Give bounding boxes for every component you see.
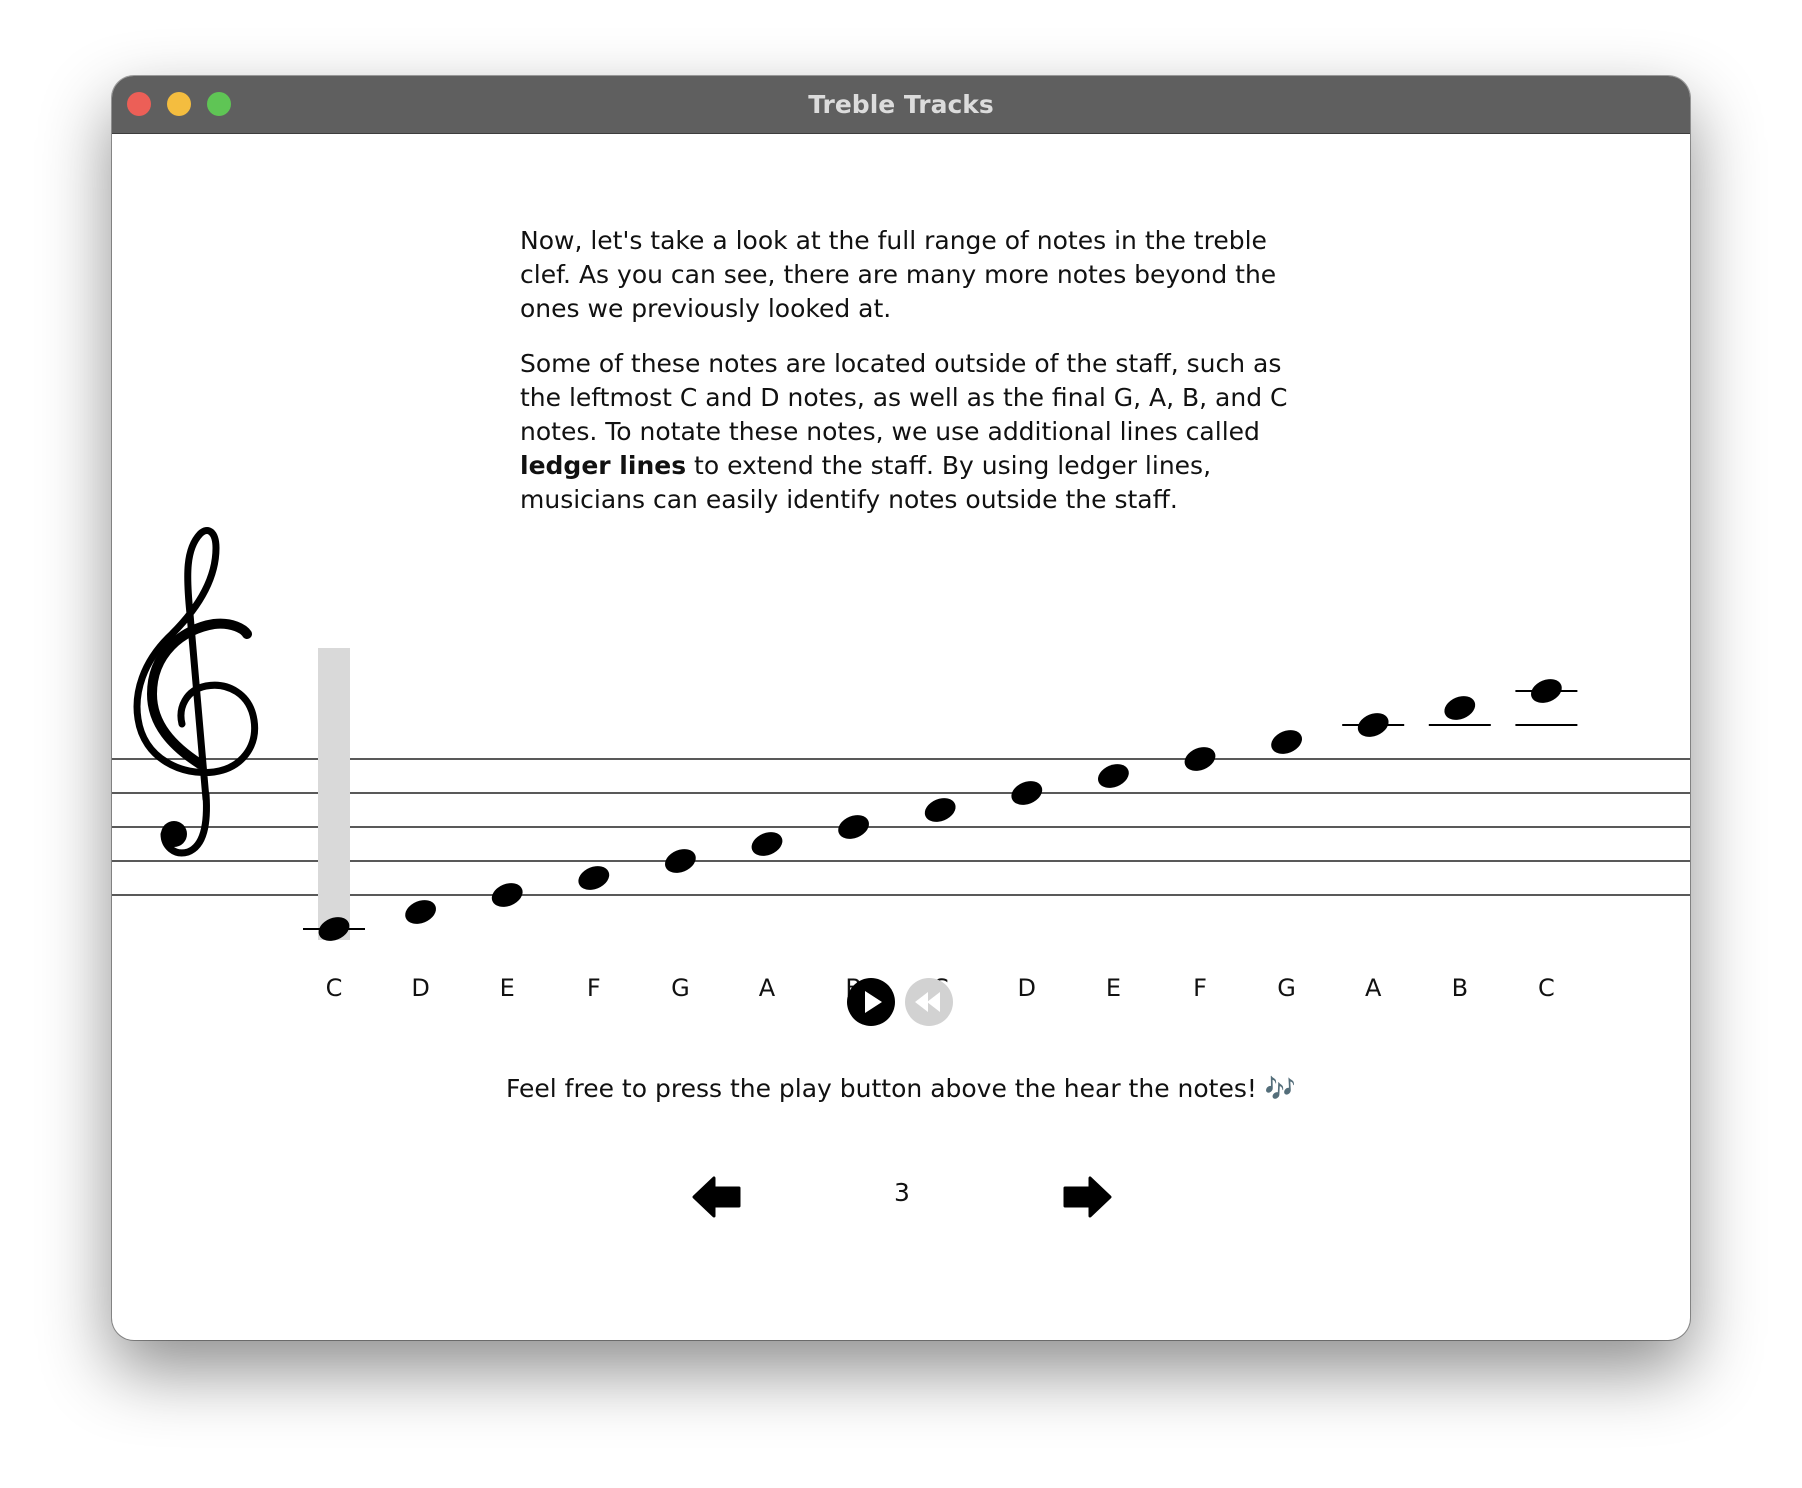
note-head[interactable] xyxy=(1094,760,1132,792)
note-label: A xyxy=(759,974,776,1002)
lesson-content: Now, let's take a look at the full range… xyxy=(112,134,1690,1340)
note-label: F xyxy=(1193,974,1207,1002)
note-head[interactable] xyxy=(1181,743,1219,775)
rewind-button[interactable] xyxy=(905,978,953,1026)
next-page-button[interactable] xyxy=(1062,1176,1112,1218)
play-hint: Feel free to press the play button above… xyxy=(506,1074,1296,1103)
note-label: D xyxy=(411,974,429,1002)
playback-controls xyxy=(847,978,957,1028)
window-title: Treble Tracks xyxy=(808,90,994,119)
arrow-right-icon xyxy=(1063,1176,1112,1218)
notes-layer xyxy=(303,675,1578,941)
previous-page-button[interactable] xyxy=(692,1176,742,1218)
note-label: C xyxy=(326,974,343,1002)
page-number: 3 xyxy=(894,1178,910,1207)
note-head[interactable] xyxy=(921,794,959,826)
note-label: A xyxy=(1365,974,1382,1002)
treble-clef-icon xyxy=(133,527,259,857)
note-head[interactable] xyxy=(1354,709,1392,741)
title-bar[interactable]: Treble Tracks xyxy=(112,76,1690,134)
note-head[interactable] xyxy=(835,811,873,843)
play-icon xyxy=(865,991,882,1013)
note-head[interactable] xyxy=(488,879,526,911)
treble-staff: CDEFGABCDEFGABC xyxy=(112,527,1690,1002)
note-head[interactable] xyxy=(575,862,613,894)
note-head[interactable] xyxy=(661,845,699,877)
note-head[interactable] xyxy=(402,896,440,928)
note-head[interactable] xyxy=(1008,777,1046,809)
play-button[interactable] xyxy=(847,978,895,1026)
note-label: B xyxy=(1452,974,1468,1002)
note-head[interactable] xyxy=(1268,726,1306,758)
note-label: G xyxy=(1277,974,1296,1002)
note-label: C xyxy=(1538,974,1555,1002)
arrow-left-icon xyxy=(692,1176,741,1218)
app-window: Treble Tracks Now, let's take a look at … xyxy=(112,76,1690,1340)
note-head[interactable] xyxy=(1441,692,1479,724)
current-note-highlight xyxy=(318,648,350,940)
note-label: E xyxy=(1106,974,1121,1002)
note-label: F xyxy=(587,974,601,1002)
note-head[interactable] xyxy=(1527,675,1565,707)
note-label: D xyxy=(1018,974,1036,1002)
note-highlight-layer xyxy=(318,648,350,940)
note-label: E xyxy=(500,974,515,1002)
note-label: G xyxy=(671,974,690,1002)
note-head[interactable] xyxy=(748,828,786,860)
